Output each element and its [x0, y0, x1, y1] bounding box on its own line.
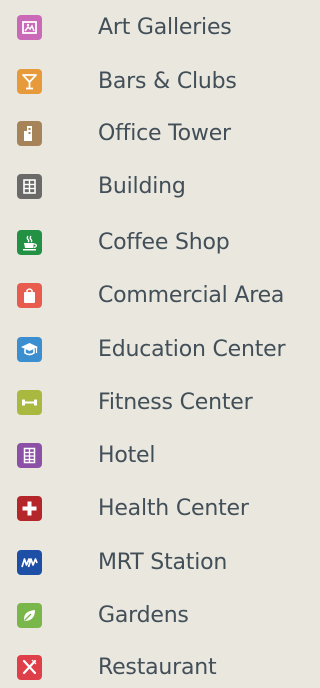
legend-item-label: Commercial Area [98, 283, 285, 308]
legend-item-health-center: Health Center [0, 489, 311, 529]
coffee-cup-icon [17, 230, 42, 255]
legend-item-gardens: Gardens [0, 596, 311, 636]
graduation-cap-icon [17, 337, 42, 362]
picture-icon [17, 15, 42, 40]
hotel-icon [17, 443, 42, 468]
legend-item-label: Gardens [98, 603, 189, 628]
legend-item-building: Building [0, 167, 311, 207]
legend-item-label: MRT Station [98, 550, 228, 575]
medical-cross-icon [17, 496, 42, 521]
legend-item-label: Education Center [98, 337, 286, 362]
legend-item-label: Fitness Center [98, 390, 253, 415]
mrt-logo-icon [17, 550, 42, 575]
legend-item-coffee-shop: Coffee Shop [0, 223, 311, 263]
legend-item-label: Coffee Shop [98, 230, 230, 255]
legend-item-label: Health Center [98, 496, 249, 521]
legend-item-label: Bars & Clubs [98, 69, 237, 94]
tower-icon [17, 121, 42, 146]
map-legend: Art Galleries Bars & Clubs Office Tower [0, 0, 311, 687]
legend-item-label: Art Galleries [98, 15, 232, 40]
legend-item-bars-clubs: Bars & Clubs [0, 62, 311, 102]
building-grid-icon [17, 174, 42, 199]
legend-item-label: Restaurant [98, 655, 217, 680]
shopping-bag-icon [17, 283, 42, 308]
legend-item-restaurant: Restaurant [0, 648, 311, 688]
legend-item-hotel: Hotel [0, 436, 311, 476]
legend-item-mrt-station: MRT Station [0, 543, 311, 583]
legend-item-fitness-center: Fitness Center [0, 383, 311, 423]
legend-item-label: Office Tower [98, 121, 231, 146]
legend-item-art-galleries: Art Galleries [0, 8, 311, 48]
legend-item-label: Hotel [98, 443, 156, 468]
legend-item-label: Building [98, 174, 186, 199]
legend-item-office-tower: Office Tower [0, 114, 311, 154]
cocktail-glass-icon [17, 69, 42, 94]
legend-item-education-center: Education Center [0, 330, 311, 370]
legend-item-commercial-area: Commercial Area [0, 276, 311, 316]
dumbbell-icon [17, 390, 42, 415]
fork-knife-icon [17, 655, 42, 680]
leaf-icon [17, 603, 42, 628]
